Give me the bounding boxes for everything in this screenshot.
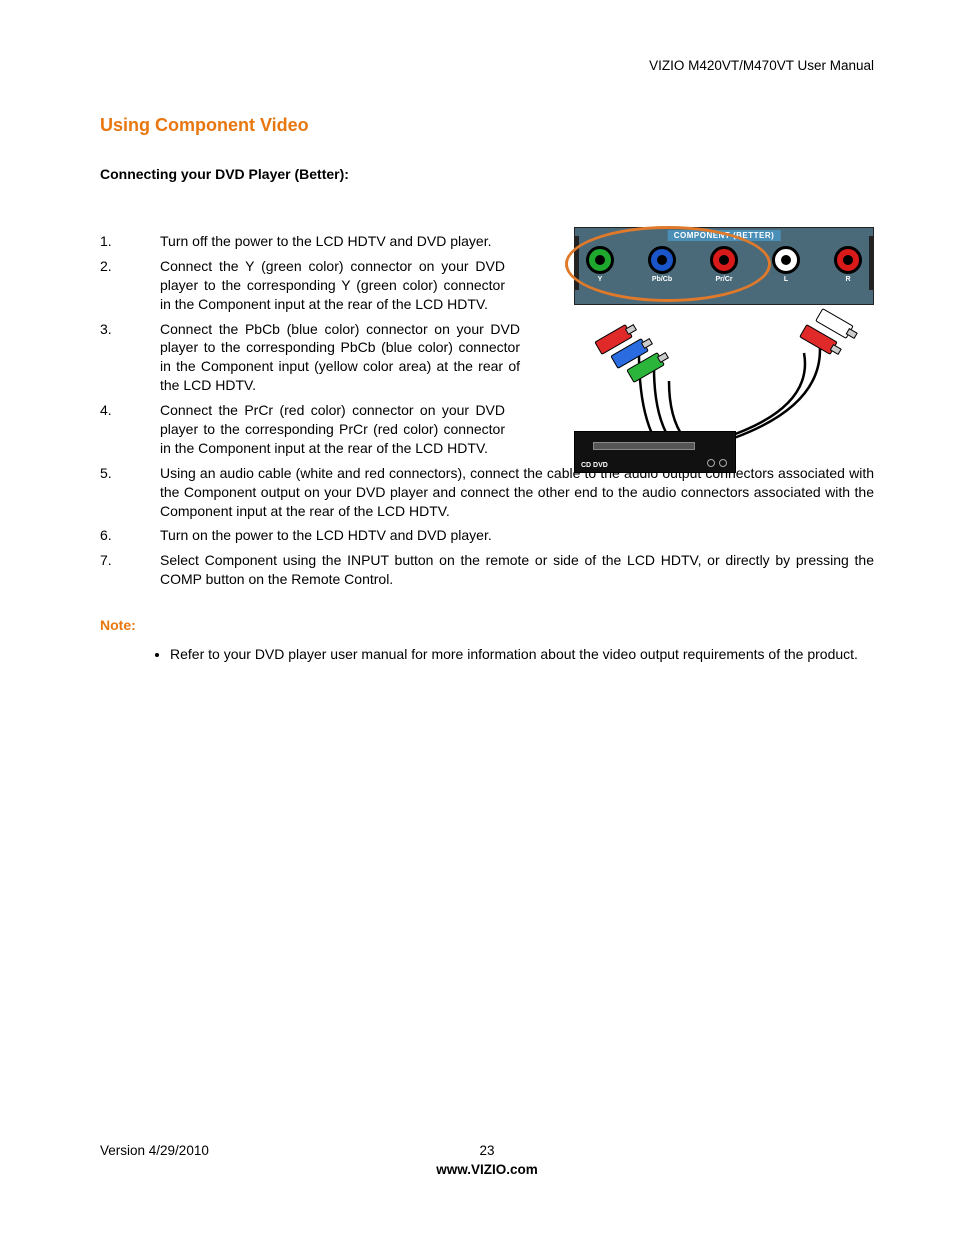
jack-pb-icon: Pb/Cb (647, 246, 677, 283)
note-heading: Note: (100, 617, 874, 633)
step-number: 7. (100, 551, 160, 589)
section-title: Using Component Video (100, 115, 874, 136)
panel-side-port-icon (575, 236, 579, 290)
step-number: 6. (100, 526, 160, 545)
page-footer: Version 4/29/2010 23 www.VIZIO.com (100, 1143, 874, 1177)
component-panel-diagram: COMPONENT (BETTER) Y Pb/Cb Pr/Cr L R (574, 227, 874, 305)
dvd-body-icon: CD DVD (574, 431, 736, 473)
jack-r-icon: R (833, 246, 863, 283)
step-text: Connect the Y (green color) connector on… (160, 257, 505, 314)
jack-l-icon: L (771, 246, 801, 283)
footer-url: www.VIZIO.com (100, 1162, 874, 1177)
dvd-player-diagram: CD DVD (574, 323, 874, 473)
step-text: Connect the PrCr (red color) connector o… (160, 401, 505, 458)
panel-label: COMPONENT (BETTER) (668, 230, 781, 241)
jack-y-icon: Y (585, 246, 615, 283)
dvd-label: CD DVD (581, 462, 608, 469)
step-text: Connect the PbCb (blue color) connector … (160, 320, 520, 396)
footer-page-number: 23 (479, 1143, 494, 1158)
figure-group: COMPONENT (BETTER) Y Pb/Cb Pr/Cr L R (574, 227, 874, 473)
step-number: 2. (100, 257, 160, 314)
dvd-buttons-icon (707, 459, 727, 467)
step-text: Turn on the power to the LCD HDTV and DV… (160, 526, 874, 545)
step-number: 5. (100, 464, 160, 521)
jack-pr-icon: Pr/Cr (709, 246, 739, 283)
step-number: 3. (100, 320, 160, 396)
step-number: 4. (100, 401, 160, 458)
dvd-tray-icon (593, 442, 695, 450)
step-text: Select Component using the INPUT button … (160, 551, 874, 589)
panel-side-port-icon (869, 236, 873, 290)
section-subhead: Connecting your DVD Player (Better): (100, 166, 874, 182)
note-item: Refer to your DVD player user manual for… (170, 645, 874, 664)
note-list: Refer to your DVD player user manual for… (100, 645, 874, 664)
document-header: VIZIO M420VT/M470VT User Manual (100, 58, 874, 73)
step-number: 1. (100, 232, 160, 251)
